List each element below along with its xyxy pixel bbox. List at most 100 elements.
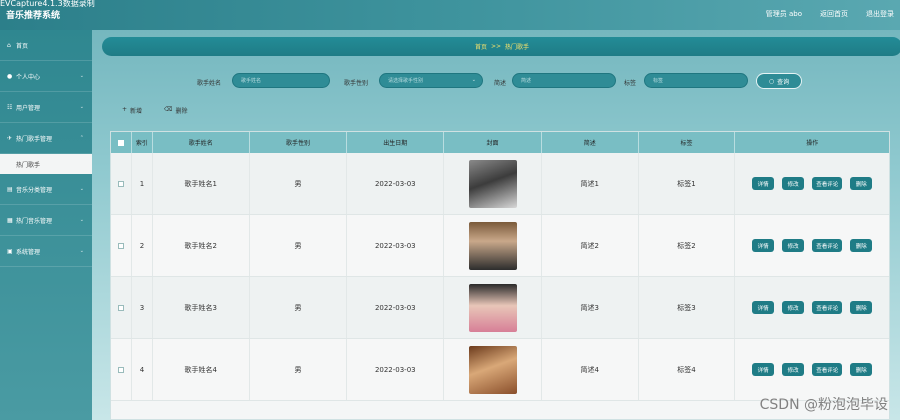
search-icon: ○ bbox=[768, 77, 775, 85]
row-ops: 详情 修改 查看评论 删除 bbox=[735, 277, 889, 338]
singers-table: 索引 歌手姓名 歌手性别 出生日期 封面 简述 标签 操作 1 歌手姓名1 男 … bbox=[110, 131, 890, 420]
row-photo-cell bbox=[444, 339, 542, 400]
sidebar-subitem-hot-singers[interactable]: 热门歌手 bbox=[0, 154, 92, 174]
row-index: 2 bbox=[132, 215, 153, 276]
detail-button[interactable]: 详情 bbox=[752, 177, 775, 190]
row-index: 4 bbox=[132, 339, 153, 400]
top-right-links: 管理员 abo 返回首页 退出登录 bbox=[766, 9, 894, 19]
row-ops: 详情 修改 查看评论 删除 bbox=[735, 153, 889, 214]
sidebar-item-label: 个人中心 bbox=[16, 73, 41, 81]
sidebar-item-label: 系统管理 bbox=[16, 248, 41, 256]
row-name: 歌手姓名4 bbox=[153, 339, 250, 400]
sidebar-item-label: 首页 bbox=[16, 42, 29, 50]
edit-button[interactable]: 修改 bbox=[782, 363, 805, 376]
detail-button[interactable]: 详情 bbox=[752, 301, 775, 314]
singer-name-input[interactable]: 歌手姓名 bbox=[232, 73, 330, 88]
plus-icon: + bbox=[122, 106, 128, 113]
row-tag: 标签3 bbox=[639, 277, 736, 338]
edit-button[interactable]: 修改 bbox=[782, 301, 805, 314]
row-date: 2022-03-03 bbox=[347, 153, 445, 214]
row-name: 歌手姓名3 bbox=[153, 277, 250, 338]
row-delete-button[interactable]: 删除 bbox=[850, 177, 873, 190]
row-name: 歌手姓名1 bbox=[153, 153, 250, 214]
row-delete-button[interactable]: 删除 bbox=[850, 239, 873, 252]
system-icon: ▣ bbox=[7, 247, 13, 255]
add-label: 新增 bbox=[130, 108, 143, 115]
comments-button[interactable]: 查看评论 bbox=[812, 301, 843, 314]
logout-link[interactable]: 退出登录 bbox=[866, 9, 894, 19]
header-ops: 操作 bbox=[806, 140, 819, 147]
table-row: 3 歌手姓名3 男 2022-03-03 简述3 标签3 详情 修改 查看评论 … bbox=[111, 277, 889, 339]
singer-photo bbox=[468, 221, 517, 270]
plane-icon: ✈ bbox=[7, 134, 13, 142]
music-icon: ▦ bbox=[7, 216, 13, 224]
sidebar-item-music-categories[interactable]: ▤ 音乐分类管理 ⌄ bbox=[0, 174, 92, 205]
row-ops: 详情 修改 查看评论 删除 bbox=[735, 339, 889, 400]
chevron-down-icon: ⌄ bbox=[79, 217, 84, 223]
sidebar-item-home[interactable]: ⌂ 首页 bbox=[0, 30, 92, 61]
tag-input[interactable]: 标签 bbox=[644, 73, 748, 88]
desc-input[interactable]: 简述 bbox=[512, 73, 616, 88]
row-checkbox[interactable] bbox=[117, 304, 124, 311]
row-photo-cell bbox=[444, 277, 542, 338]
chevron-down-icon: ⌄ bbox=[79, 248, 84, 254]
row-tag: 标签4 bbox=[639, 339, 736, 400]
comments-button[interactable]: 查看评论 bbox=[812, 177, 843, 190]
row-delete-button[interactable]: 删除 bbox=[850, 301, 873, 314]
breadcrumb-current: 热门歌手 bbox=[505, 44, 530, 51]
row-index: 1 bbox=[132, 153, 153, 214]
search-button[interactable]: ○ 查询 bbox=[756, 73, 802, 89]
row-date: 2022-03-03 bbox=[347, 277, 445, 338]
chevron-up-icon: ⌃ bbox=[79, 135, 84, 141]
row-checkbox[interactable] bbox=[117, 180, 124, 187]
row-date: 2022-03-03 bbox=[347, 215, 445, 276]
watermark: CSDN @粉泡泡毕设 bbox=[759, 397, 888, 413]
edit-button[interactable]: 修改 bbox=[782, 239, 805, 252]
row-delete-button[interactable]: 删除 bbox=[850, 363, 873, 376]
name-label: 歌手姓名 bbox=[197, 80, 222, 87]
search-form: 歌手姓名 歌手姓名 歌手性别 请选择歌手性别 ⌄ 简述 简述 标签 标签 ○ 查… bbox=[92, 72, 900, 92]
edit-button[interactable]: 修改 bbox=[782, 177, 805, 190]
header-name: 歌手姓名 bbox=[153, 132, 250, 153]
row-checkbox[interactable] bbox=[117, 366, 124, 373]
header-gender: 歌手性别 bbox=[250, 132, 348, 153]
chevron-down-icon: ⌄ bbox=[79, 104, 84, 110]
sidebar-item-hot-music[interactable]: ▦ 热门音乐管理 ⌄ bbox=[0, 205, 92, 236]
sidebar-item-users[interactable]: ☷ 用户管理 ⌄ bbox=[0, 92, 92, 123]
table-row: 1 歌手姓名1 男 2022-03-03 简述1 标签1 详情 修改 查看评论 … bbox=[111, 153, 889, 215]
tag-label: 标签 bbox=[624, 80, 637, 87]
sidebar-item-singers[interactable]: ✈ 热门歌手管理 ⌃ bbox=[0, 123, 92, 154]
search-button-label: 查询 bbox=[777, 78, 790, 86]
detail-button[interactable]: 详情 bbox=[752, 363, 775, 376]
comments-button[interactable]: 查看评论 bbox=[812, 239, 843, 252]
sidebar-item-system[interactable]: ▣ 系统管理 ⌄ bbox=[0, 236, 92, 267]
trash-icon: ⌫ bbox=[164, 106, 173, 113]
row-checkbox[interactable] bbox=[117, 242, 124, 249]
comments-button[interactable]: 查看评论 bbox=[812, 363, 843, 376]
header-date: 出生日期 bbox=[347, 132, 445, 153]
row-ops: 详情 修改 查看评论 删除 bbox=[735, 215, 889, 276]
row-tag: 标签1 bbox=[639, 153, 736, 214]
breadcrumb-home[interactable]: 首页 bbox=[475, 42, 487, 51]
home-link[interactable]: 返回首页 bbox=[820, 9, 848, 19]
add-button[interactable]: + 新增 bbox=[122, 106, 142, 115]
header-desc: 简述 bbox=[542, 132, 639, 153]
delete-label: 删除 bbox=[175, 108, 188, 115]
sidebar-item-profile[interactable]: ● 个人中心 ⌄ bbox=[0, 61, 92, 92]
desc-label: 简述 bbox=[494, 80, 507, 87]
gender-select[interactable]: 请选择歌手性别 ⌄ bbox=[379, 73, 483, 88]
table-row: 4 歌手姓名4 男 2022-03-03 简述4 标签4 详情 修改 查看评论 … bbox=[111, 339, 889, 401]
delete-button[interactable]: ⌫ 删除 bbox=[164, 106, 188, 115]
row-photo-cell bbox=[444, 153, 542, 214]
sidebar-item-label: 热门歌手管理 bbox=[16, 135, 53, 143]
select-all-checkbox[interactable] bbox=[117, 139, 124, 146]
current-user: 管理员 abo bbox=[765, 10, 802, 18]
header-tag: 标签 bbox=[639, 132, 736, 153]
detail-button[interactable]: 详情 bbox=[752, 239, 775, 252]
breadcrumb: 首页 >> 热门歌手 bbox=[102, 37, 900, 56]
row-select-cell bbox=[111, 277, 132, 338]
main-content: 首页 >> 热门歌手 歌手姓名 歌手姓名 歌手性别 请选择歌手性别 ⌄ 简述 简… bbox=[92, 30, 900, 420]
sidebar-item-label: 音乐分类管理 bbox=[16, 186, 53, 194]
chevron-down-icon: ⌄ bbox=[79, 186, 84, 192]
gender-label: 歌手性别 bbox=[344, 80, 369, 87]
